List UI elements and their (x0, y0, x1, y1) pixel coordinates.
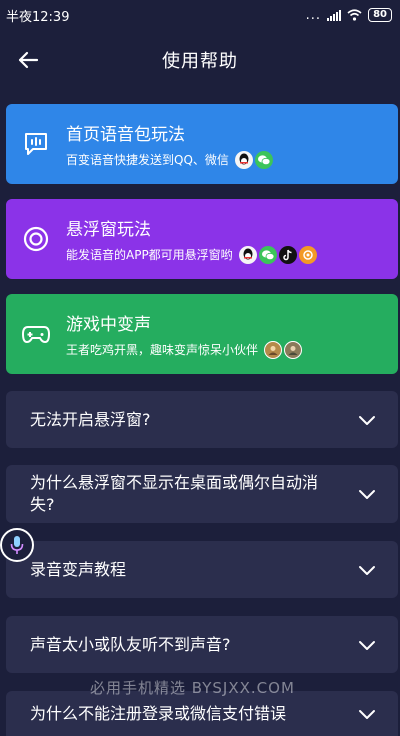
card-float-window[interactable]: 悬浮窗玩法 能发语音的APP都可用悬浮窗哟 (6, 199, 398, 279)
card-voice-pack[interactable]: 首页语音包玩法 百变语音快捷发送到QQ、微信 (6, 104, 398, 184)
more-dots-icon: ... (305, 7, 322, 23)
card-game-voice[interactable]: 游戏中变声 王者吃鸡开黑，趣味变声惊呆小伙伴 (6, 294, 398, 374)
card-title: 悬浮窗玩法 (66, 219, 151, 240)
chevron-down-icon (359, 415, 375, 425)
chevron-down-icon (359, 640, 375, 650)
chevron-down-icon (359, 709, 375, 719)
card-title: 首页语音包玩法 (66, 124, 185, 145)
gamepad-icon (22, 326, 50, 343)
game-avatar-icon (264, 340, 283, 359)
back-arrow-icon[interactable] (16, 48, 40, 72)
card-subtitle: 能发语音的APP都可用悬浮窗哟 (66, 248, 233, 262)
status-icons: ... 80 (306, 8, 392, 23)
status-time: 半夜12:39 (6, 9, 70, 25)
faq-question: 声音太小或队友听不到声音? (30, 634, 231, 654)
card-subtitle: 百变语音快捷发送到QQ、微信 (66, 153, 229, 167)
chat-bubble-icon (25, 133, 47, 155)
card-subtitle: 王者吃鸡开黑，趣味变声惊呆小伙伴 (66, 343, 259, 357)
faq-question: 无法开启悬浮窗? (30, 409, 151, 429)
battery-icon: 80 (368, 8, 392, 22)
status-bar: 半夜12:39 ... 80 (0, 0, 400, 30)
wechat-icon (258, 245, 277, 264)
floating-mic-button[interactable] (0, 528, 34, 562)
faq-item[interactable]: 声音太小或队友听不到声音? (6, 616, 398, 673)
float-ring-icon (23, 226, 49, 252)
faq-item[interactable]: 为什么悬浮窗不显示在桌面或偶尔自动消失? (6, 465, 398, 523)
qq-icon (234, 150, 253, 169)
qq-icon (238, 245, 257, 264)
faq-item[interactable]: 无法开启悬浮窗? (6, 391, 398, 448)
microphone-icon (10, 536, 24, 554)
app-header: 使用帮助 (0, 30, 400, 90)
card-title: 游戏中变声 (66, 314, 151, 335)
game-avatar-icon (284, 340, 303, 359)
tiktok-icon (278, 245, 297, 264)
wifi-icon (347, 9, 362, 21)
chevron-down-icon (359, 490, 375, 499)
wechat-icon (254, 150, 273, 169)
faq-question: 录音变声教程 (30, 559, 127, 579)
signal-icon (327, 9, 342, 21)
page-title: 使用帮助 (162, 51, 238, 72)
faq-question: 为什么悬浮窗不显示在桌面或偶尔自动消失? (30, 473, 319, 514)
faq-item[interactable]: 录音变声教程 (6, 541, 398, 598)
watermark: 必用手机精选 BYSJXX.COM (90, 679, 295, 697)
app-icon (298, 245, 317, 264)
chevron-down-icon (359, 565, 375, 575)
faq-question: 为什么不能注册登录或微信支付错误 (30, 703, 287, 723)
